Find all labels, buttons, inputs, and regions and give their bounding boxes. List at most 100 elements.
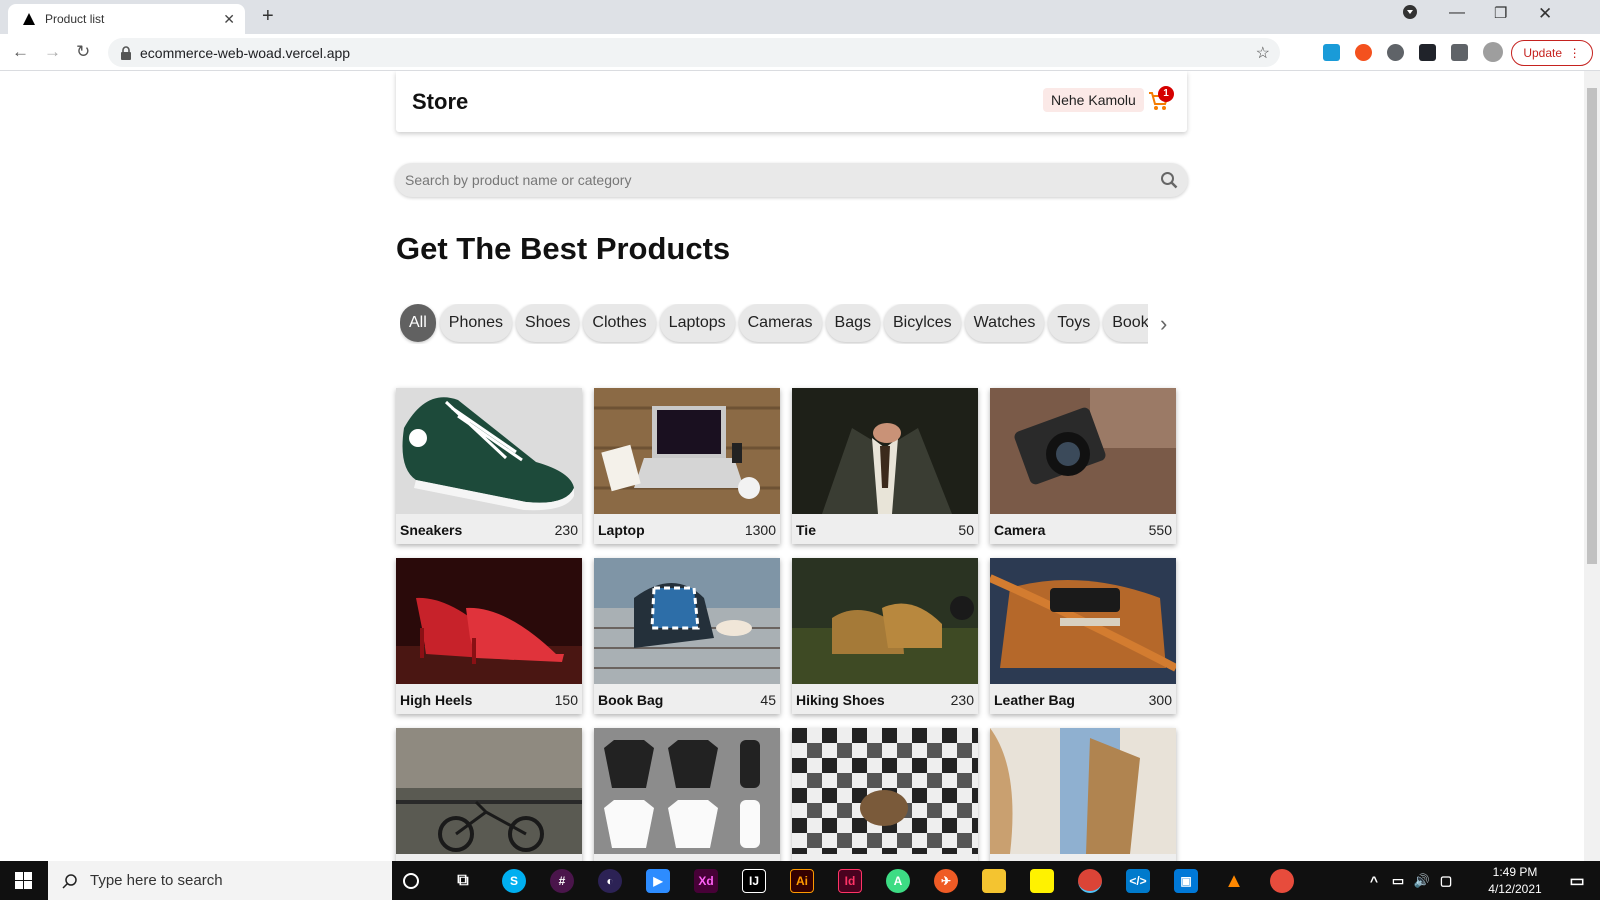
postman-icon[interactable]: ✈ (934, 869, 958, 893)
product-name: Book Bag (598, 692, 664, 708)
sticky-notes-icon[interactable] (1030, 869, 1054, 893)
category-chip-all[interactable]: All (400, 304, 436, 342)
address-bar[interactable]: ecommerce-web-woad.vercel.app ☆ (108, 38, 1280, 67)
restore-icon[interactable]: ❐ (1494, 4, 1507, 22)
minimize-icon[interactable]: — (1449, 4, 1465, 22)
close-tab-icon[interactable]: ✕ (223, 11, 235, 28)
extension-sitemap-icon[interactable] (1355, 44, 1372, 61)
product-card[interactable] (990, 728, 1176, 861)
reload-icon[interactable]: ↻ (76, 42, 90, 62)
update-label: Update (1523, 46, 1563, 60)
product-name: Hiking Shoes (796, 692, 885, 708)
chrome-icon[interactable] (1078, 869, 1102, 893)
product-image (792, 558, 978, 684)
zoom-icon[interactable]: ▶ (646, 869, 670, 893)
product-image (396, 388, 582, 514)
product-name: Tie (796, 522, 816, 538)
intellij-icon[interactable]: IJ (742, 869, 766, 893)
product-image (792, 728, 978, 854)
category-chip-watches[interactable]: Watches (964, 304, 1045, 342)
taskbar-search-input[interactable] (90, 872, 289, 889)
product-card[interactable] (594, 728, 780, 861)
scrollbar-thumb[interactable] (1587, 88, 1597, 564)
illustrator-icon[interactable]: Ai (790, 869, 814, 893)
page-heading: Get The Best Products (396, 231, 731, 266)
product-card[interactable]: Laptop 1300 (594, 388, 780, 544)
page-scrollbar[interactable] (1584, 71, 1600, 861)
product-card[interactable]: Book Bag 45 (594, 558, 780, 714)
slack-icon[interactable]: # (550, 869, 574, 893)
product-card[interactable]: Sneakers 230 (396, 388, 582, 544)
chevron-right-icon[interactable]: › (1160, 311, 1167, 337)
clock-date: 4/12/2021 (1488, 882, 1542, 896)
bookmark-star-icon[interactable]: ☆ (1256, 43, 1270, 63)
product-name: Camera (994, 522, 1046, 538)
browser-tab[interactable]: Product list ✕ (8, 4, 245, 34)
back-icon[interactable]: ← (12, 42, 29, 62)
adobe-xd-icon[interactable]: Xd (694, 869, 718, 893)
category-chip-bags[interactable]: Bags (825, 304, 880, 342)
paint-icon[interactable] (1270, 869, 1294, 893)
product-name: Sneakers (400, 522, 463, 538)
category-chip-laptops[interactable]: Laptops (659, 304, 735, 342)
browser-tab-bar: Product list ✕ + — ❐ ✕ (0, 0, 1600, 34)
product-card[interactable]: Tie 50 (792, 388, 978, 544)
cortana-icon[interactable] (403, 873, 419, 889)
system-clock[interactable]: 1:49 PM 4/12/2021 (1479, 864, 1551, 898)
close-window-icon[interactable]: ✕ (1538, 4, 1552, 24)
battery-icon[interactable]: ▭ (1386, 869, 1410, 893)
chevron-up-icon[interactable]: ^ (1362, 869, 1386, 893)
update-button[interactable]: Update ⋮ (1511, 40, 1593, 66)
notifications-icon[interactable]: ▭ (1565, 869, 1589, 893)
android-studio-icon[interactable]: A (886, 869, 910, 893)
category-chip-phones[interactable]: Phones (439, 304, 513, 342)
category-chip-shoes[interactable]: Shoes (516, 304, 580, 342)
store-logo[interactable]: Store (412, 89, 468, 115)
user-name-chip[interactable]: Nehe Kamolu (1043, 88, 1144, 112)
windows-start-icon[interactable] (15, 872, 32, 889)
category-chip-cameras[interactable]: Cameras (738, 304, 822, 342)
file-explorer-icon[interactable] (982, 869, 1006, 893)
extension-translate-icon[interactable] (1323, 44, 1340, 61)
product-image (396, 728, 582, 854)
product-card[interactable]: High Heels 150 (396, 558, 582, 714)
store-header: Store Nehe Kamolu 1 (396, 71, 1187, 132)
category-chip-toys[interactable]: Toys (1048, 304, 1100, 342)
extension-react-icon[interactable] (1419, 44, 1436, 61)
indesign-icon[interactable]: Id (838, 869, 862, 893)
search-input[interactable] (405, 172, 1188, 188)
product-image (990, 728, 1176, 854)
product-card[interactable]: Leather Bag 300 (990, 558, 1176, 714)
category-chip-clothes[interactable]: Clothes (583, 304, 656, 342)
product-card[interactable]: Camera 550 (990, 388, 1176, 544)
product-card[interactable] (792, 728, 978, 861)
profile-avatar[interactable] (1483, 42, 1503, 62)
task-view-icon[interactable]: ⧉ (451, 869, 475, 893)
category-chip-books[interactable]: Books (1103, 304, 1148, 342)
profile-dropdown-icon[interactable] (1402, 4, 1418, 23)
new-tab-button[interactable]: + (262, 5, 274, 28)
vscode-icon[interactable]: </> (1126, 869, 1150, 893)
product-card[interactable]: Hiking Shoes 230 (792, 558, 978, 714)
forward-icon[interactable]: → (44, 42, 61, 62)
product-card[interactable] (396, 728, 582, 861)
cart-count-badge: 1 (1158, 86, 1174, 102)
skype-icon[interactable]: S (502, 869, 526, 893)
vlc-icon[interactable]: ▲ (1222, 869, 1246, 893)
extensions-puzzle-icon[interactable] (1451, 44, 1468, 61)
product-price: 230 (950, 692, 974, 708)
extension-settings-icon[interactable] (1387, 44, 1404, 61)
vercel-triangle-icon (23, 13, 35, 25)
url-text: ecommerce-web-woad.vercel.app (140, 44, 351, 61)
remote-desktop-icon[interactable]: ▣ (1174, 869, 1198, 893)
search-bar (395, 163, 1188, 197)
search-icon[interactable] (1160, 171, 1178, 189)
product-image (594, 388, 780, 514)
volume-icon[interactable]: 🔊 (1410, 869, 1434, 893)
taskbar-search[interactable] (48, 861, 392, 900)
category-chip-bicylces[interactable]: Bicylces (883, 304, 961, 342)
product-price: 150 (554, 692, 578, 708)
network-icon[interactable]: ▢ (1434, 869, 1458, 893)
search-icon (62, 873, 77, 889)
eclipse-icon[interactable]: ◐ (598, 869, 622, 893)
